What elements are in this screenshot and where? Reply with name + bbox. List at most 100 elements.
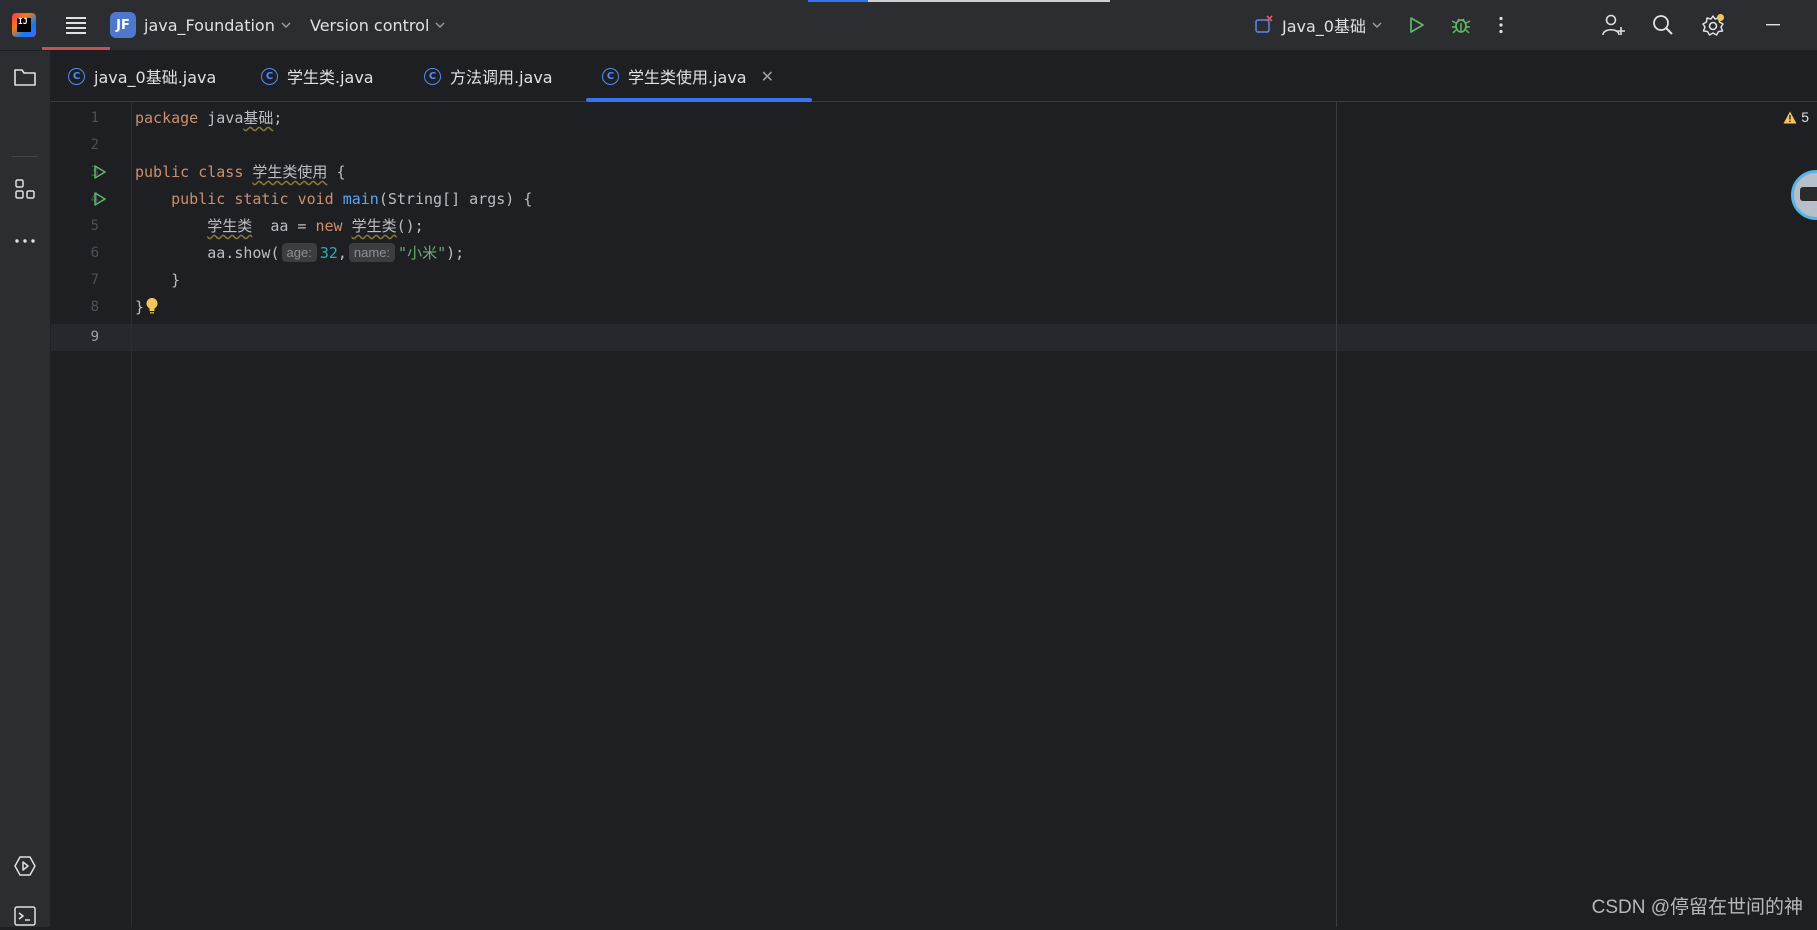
code-line-4: public static void main(String[] args) { [135,186,532,213]
minimize-icon [1766,24,1780,26]
tab-method-call[interactable]: C 方法调用.java [424,51,553,101]
editor-tab-bar: C java_0基础.java C 学生类.java C 方法调用.java C… [51,51,1817,102]
method-name: main [342,190,379,208]
project-badge: JF [110,12,136,38]
class-icon: C [424,67,441,85]
tab-label: 方法调用.java [450,68,553,87]
search-icon [1653,15,1673,35]
keyword: static [234,190,289,208]
keyword: package [135,109,199,127]
run-button[interactable] [1408,0,1426,50]
code-line-6: aa.show(age: 32, name: "小米"); [135,240,464,267]
code-text: ); [446,244,465,262]
watermark: CSDN @停留在世间的神 [1591,897,1803,918]
code-line-1: package java基础; [135,105,282,132]
tool-window-bar [0,51,51,927]
line-number: 5 [90,218,99,234]
code-text: 基础 [243,109,274,127]
code-text: java [198,109,244,127]
more-actions-button[interactable] [1498,0,1504,50]
code-line-7: } [135,271,181,289]
services-tool-button[interactable] [11,852,39,880]
bug-icon [1451,18,1471,34]
tab-label: 学生类.java [287,68,374,87]
chevron-down-icon [435,22,445,28]
gear-icon [1702,14,1724,36]
code-text: ; [273,109,283,127]
vcs-label: Version control [310,15,430,35]
current-line-highlight [51,324,1817,351]
code-text: (); [396,217,424,235]
terminal-tool-button[interactable] [11,902,39,930]
add-user-icon [1602,14,1625,36]
search-button[interactable] [1652,0,1674,50]
code-editor[interactable]: 1 2 3 4 5 6 7 8 9 package java基础; public… [51,102,1817,927]
line-number: 8 [90,299,99,315]
services-icon [14,856,36,876]
code-line-5: 学生类 aa = new 学生类(); [135,213,424,240]
gutter-separator [131,102,132,927]
kebab-menu-icon [1499,16,1503,34]
number-literal: 32 [319,244,338,262]
chevron-down-icon [1372,22,1382,28]
line-number: 6 [90,245,99,261]
tab-student-class[interactable]: C 学生类.java [261,51,374,101]
run-gutter-icon[interactable] [93,192,107,206]
line-number: 2 [90,137,99,153]
code-text: aa.show( [207,244,280,262]
settings-button[interactable] [1701,0,1725,50]
minimize-button[interactable] [1766,0,1780,50]
keyword: public [135,163,190,181]
tool-separator [12,156,38,157]
keyword: public [171,190,226,208]
project-tool-button[interactable] [11,63,39,91]
class-name: 学生类使用 [252,163,328,181]
vcs-widget[interactable]: Version control [310,0,445,50]
line-number: 1 [90,110,99,126]
chevron-down-icon [281,22,291,28]
right-margin-guide [1336,102,1337,927]
code-line-8: } [135,298,145,316]
menu-active-underline [42,47,110,50]
run-config-selector[interactable]: Java_0基础 [1254,0,1382,50]
code-text: aa = [252,217,316,235]
type-name: 学生类 [207,217,253,235]
lightbulb-icon[interactable] [145,297,159,315]
tab-java-0-foundation[interactable]: C java_0基础.java [68,51,216,101]
string-literal: "小米" [398,244,447,262]
project-widget[interactable]: JF java_Foundation [110,0,291,50]
run-gutter-icon[interactable] [93,165,107,179]
keyword: class [198,163,244,181]
more-tools-button[interactable] [11,227,39,255]
parameter-hint-age: age: [281,243,317,262]
code-text: { [327,163,346,181]
line-number: 7 [90,272,99,288]
line-number: 9 [90,329,99,345]
inspection-widget[interactable]: 5 [1783,109,1809,125]
debug-button[interactable] [1451,0,1471,50]
class-icon: C [68,67,85,85]
floating-avatar[interactable] [1791,170,1817,220]
progress-indicator [808,0,1110,2]
run-config-name: Java_0基础 [1282,17,1366,36]
folder-icon [14,69,36,86]
keyword: new [315,217,343,235]
hamburger-icon [66,17,86,34]
parameter-hint-name: name: [348,243,396,262]
run-icon [1410,17,1424,33]
main-menu-button[interactable] [42,0,110,50]
warning-count: 5 [1801,109,1809,125]
tab-student-class-usage[interactable]: C 学生类使用.java ✕ [586,51,813,102]
ellipsis-icon [15,239,35,243]
tab-label: 学生类使用.java [628,68,747,87]
code-with-me-button[interactable] [1602,0,1626,50]
intellij-logo-icon[interactable]: IJ [12,13,36,37]
class-icon: C [261,67,278,85]
structure-tool-button[interactable] [11,175,39,203]
structure-icon [15,179,35,199]
title-bar: IJ JF java_Foundation Version control Ja… [0,0,1817,51]
close-icon[interactable]: ✕ [761,67,774,86]
